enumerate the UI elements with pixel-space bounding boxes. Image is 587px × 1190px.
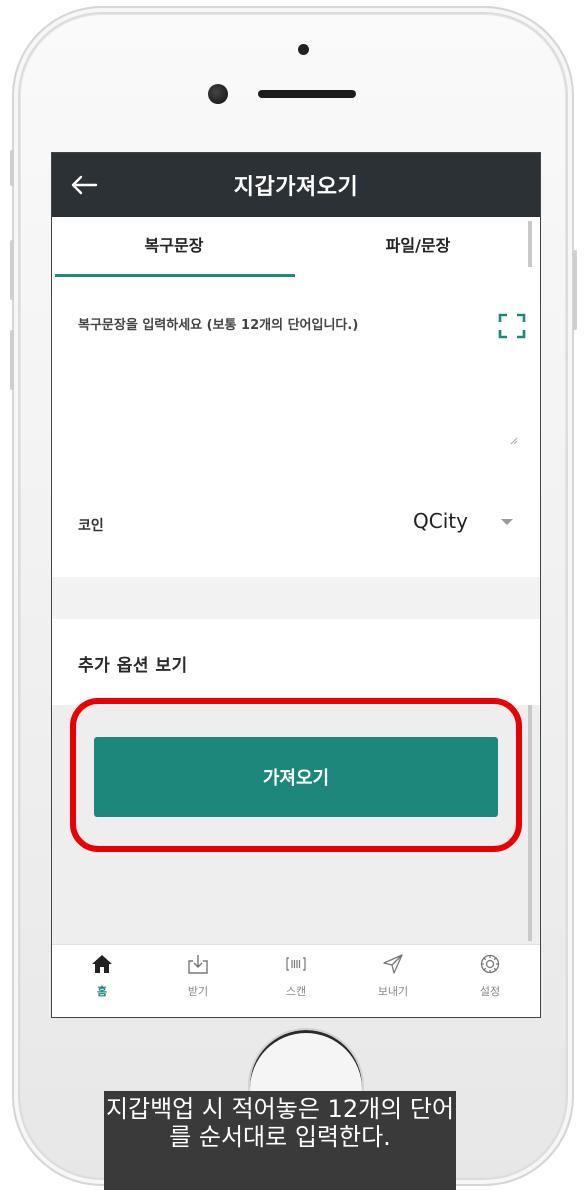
receive-icon xyxy=(188,955,208,974)
send-icon xyxy=(383,954,403,974)
nav-item-send[interactable]: 보내기 xyxy=(358,953,428,999)
top-bar: 지갑가져오기 xyxy=(52,153,540,217)
content-scrollbar[interactable] xyxy=(528,705,532,941)
highlight-annotation xyxy=(70,698,522,852)
coin-selector-row[interactable]: 코인 QCity xyxy=(52,473,540,577)
section-divider xyxy=(52,577,540,619)
page-title: 지갑가져오기 xyxy=(233,175,359,200)
nav-item-scan[interactable]: 스캔 xyxy=(261,953,331,999)
tab-scrollbar[interactable] xyxy=(528,221,532,267)
coin-selected-value[interactable]: QCity xyxy=(413,509,468,533)
front-camera xyxy=(298,44,309,55)
nav-label-send: 보내기 xyxy=(377,985,409,998)
volume-down-button xyxy=(10,330,14,390)
proximity-sensor xyxy=(208,84,228,104)
nav-label-scan: 스캔 xyxy=(285,985,307,998)
chevron-down-icon[interactable] xyxy=(500,517,514,527)
more-options-label: 추가 옵션 보기 xyxy=(78,656,188,676)
nav-item-receive[interactable]: 받기 xyxy=(163,953,233,999)
tab-bar: 복구문장 파일/문장 xyxy=(52,217,540,277)
nav-label-receive: 받기 xyxy=(187,985,209,998)
recovery-phrase-placeholder: 복구문장을 입력하세요 (보통 12개의 단어입니다.) xyxy=(78,318,359,333)
nav-label-settings: 설정 xyxy=(479,985,501,998)
tab-file-phrase[interactable]: 파일/문장 xyxy=(296,217,540,277)
app-screen: 지갑가져오기 복구문장 파일/문장 복구문장을 입력하세요 (보통 12개의 단… xyxy=(51,152,541,1018)
bottom-navigation: 홈 받기 스캔 보내기 설정 xyxy=(52,944,540,1017)
nav-item-home[interactable]: 홈 xyxy=(67,953,137,999)
volume-up-button xyxy=(10,240,14,300)
home-icon xyxy=(92,955,112,973)
mute-switch xyxy=(10,150,14,186)
qr-scan-icon[interactable] xyxy=(498,313,526,339)
coin-label: 코인 xyxy=(78,518,104,534)
recovery-phrase-textarea[interactable]: 복구문장을 입력하세요 (보통 12개의 단어입니다.) xyxy=(52,277,540,474)
tab-recovery-phrase[interactable]: 복구문장 xyxy=(52,217,296,277)
resize-grip-icon[interactable] xyxy=(510,437,518,445)
power-button xyxy=(573,250,577,330)
barcode-scan-icon xyxy=(286,957,306,971)
more-options-row[interactable]: 추가 옵션 보기 xyxy=(52,619,540,705)
settings-icon xyxy=(480,954,500,974)
earpiece-speaker xyxy=(258,90,356,98)
instruction-caption: 지갑백업 시 적어놓은 12개의 단어를 순서대로 입력한다. xyxy=(104,1091,456,1190)
nav-label-home: 홈 xyxy=(96,985,108,998)
page: 지갑가져오기 복구문장 파일/문장 복구문장을 입력하세요 (보통 12개의 단… xyxy=(0,0,587,1190)
nav-item-settings[interactable]: 설정 xyxy=(455,953,525,999)
